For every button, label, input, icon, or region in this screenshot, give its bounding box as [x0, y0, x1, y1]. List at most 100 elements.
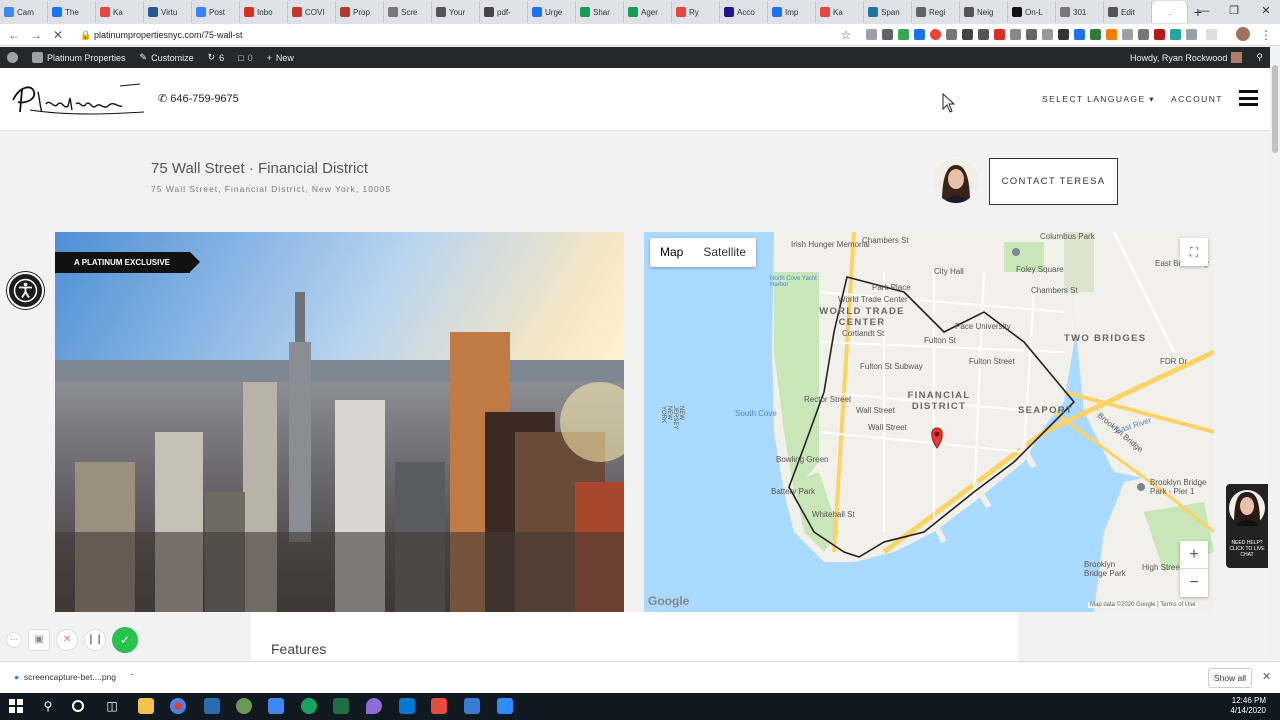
- accessibility-button[interactable]: [7, 272, 44, 309]
- extension-icon[interactable]: [1186, 29, 1197, 40]
- app-icon[interactable]: [268, 698, 284, 714]
- search-icon[interactable]: ⚲: [40, 698, 56, 714]
- browser-tab[interactable]: Imp: [768, 1, 816, 23]
- scrollbar-thumb[interactable]: [1272, 65, 1278, 153]
- extension-icon[interactable]: [946, 29, 957, 40]
- app-icon[interactable]: [236, 698, 252, 714]
- browser-tab[interactable]: Prop: [336, 1, 384, 23]
- address-bar[interactable]: 🔒 platinumpropertiesnyc.com/75-wall-st: [78, 27, 858, 43]
- extension-icon[interactable]: [1010, 29, 1021, 40]
- browser-tab[interactable]: Neig: [960, 1, 1008, 23]
- extension-icon[interactable]: [914, 29, 925, 40]
- browser-tab[interactable]: Acco: [720, 1, 768, 23]
- app-icon[interactable]: [399, 698, 415, 714]
- browser-tab[interactable]: Post: [192, 1, 240, 23]
- stop-icon[interactable]: ✕: [50, 27, 66, 43]
- map-tab-map[interactable]: Map: [650, 238, 693, 267]
- browser-tab[interactable]: Ry: [672, 1, 720, 23]
- browser-tab[interactable]: The: [48, 1, 96, 23]
- back-icon[interactable]: ←: [6, 27, 22, 43]
- language-selector[interactable]: SELECT LANGUAGE ▾: [1042, 94, 1155, 105]
- browser-tab[interactable]: Regi: [912, 1, 960, 23]
- minimize-icon[interactable]: —: [1188, 0, 1220, 24]
- fullscreen-icon[interactable]: ⛶: [1180, 238, 1208, 266]
- wp-updates-link[interactable]: ↻ 6: [201, 47, 232, 68]
- contact-agent-button[interactable]: CONTACT TERESA: [989, 158, 1118, 205]
- zoom-icon[interactable]: [497, 698, 513, 714]
- extension-icon[interactable]: [1206, 29, 1217, 40]
- page-scrollbar[interactable]: [1270, 47, 1280, 661]
- wp-howdy-link[interactable]: Howdy, Ryan Rockwood: [1123, 47, 1249, 68]
- wp-new-link[interactable]: + New: [260, 47, 301, 68]
- extension-icon[interactable]: [1122, 29, 1133, 40]
- map-terms-link[interactable]: Terms of Use: [1160, 602, 1195, 608]
- wp-search-icon[interactable]: ⚲: [1249, 47, 1270, 68]
- task-view-icon[interactable]: ◫: [104, 698, 120, 714]
- cancel-recording-icon[interactable]: ✕: [56, 629, 78, 651]
- browser-tab[interactable]: Urge: [528, 1, 576, 23]
- phone-link[interactable]: ✆ 646-759-9675: [158, 92, 239, 105]
- file-explorer-icon[interactable]: [138, 698, 154, 714]
- extension-icon[interactable]: [994, 29, 1005, 40]
- browser-tab[interactable]: Scre: [384, 1, 432, 23]
- menu-dots-icon[interactable]: ⋮: [1258, 27, 1274, 43]
- system-clock[interactable]: 12:46 PM 4/14/2020: [1230, 696, 1266, 716]
- browser-tab[interactable]: Ka: [96, 1, 144, 23]
- extension-icon[interactable]: [866, 29, 877, 40]
- close-downloads-icon[interactable]: ✕: [1262, 670, 1271, 683]
- profile-avatar[interactable]: [1236, 27, 1250, 41]
- extension-icon[interactable]: [1074, 29, 1085, 40]
- maps-icon[interactable]: [366, 698, 382, 714]
- app-icon[interactable]: [301, 698, 317, 714]
- extension-icon[interactable]: [962, 29, 973, 40]
- cortana-icon[interactable]: [72, 700, 84, 712]
- app-icon[interactable]: [204, 698, 220, 714]
- browser-tab[interactable]: COVI: [288, 1, 336, 23]
- extension-icon[interactable]: [1042, 29, 1053, 40]
- browser-tab[interactable]: Cam: [0, 1, 48, 23]
- listing-photo[interactable]: [55, 232, 624, 612]
- close-window-icon[interactable]: ✕: [1250, 0, 1280, 24]
- extension-icon[interactable]: [1154, 29, 1165, 40]
- zoom-out-icon[interactable]: −: [1180, 569, 1208, 597]
- browser-tab[interactable]: Ager: [624, 1, 672, 23]
- chrome-icon[interactable]: [170, 698, 186, 714]
- windows-start-icon[interactable]: [9, 699, 23, 713]
- browser-tab[interactable]: 301: [1056, 1, 1104, 23]
- browser-tab[interactable]: Shar: [576, 1, 624, 23]
- browser-tab[interactable]: Your: [432, 1, 480, 23]
- extension-icon[interactable]: [1170, 29, 1181, 40]
- live-chat-widget[interactable]: NEED HELP? CLICK TO LIVE CHAT: [1226, 484, 1268, 568]
- extension-icon[interactable]: [1138, 29, 1149, 40]
- forward-icon[interactable]: →: [28, 27, 44, 43]
- platinum-logo[interactable]: [10, 80, 145, 116]
- app-icon[interactable]: [464, 698, 480, 714]
- zoom-in-icon[interactable]: +: [1180, 541, 1208, 569]
- extension-icon[interactable]: [1058, 29, 1069, 40]
- pause-recording-icon[interactable]: ❙❙: [84, 629, 106, 651]
- browser-tab[interactable]: On-L: [1008, 1, 1056, 23]
- browser-tab[interactable]: .: [1152, 1, 1188, 23]
- extension-icon[interactable]: [1106, 29, 1117, 40]
- browser-tab[interactable]: pdf-: [480, 1, 528, 23]
- browser-tab[interactable]: Virtu: [144, 1, 192, 23]
- browser-tab[interactable]: Inbo: [240, 1, 288, 23]
- bookmark-star-icon[interactable]: ☆: [838, 27, 854, 43]
- excel-icon[interactable]: [333, 698, 349, 714]
- browser-tab[interactable]: Ka: [816, 1, 864, 23]
- more-options-icon[interactable]: ⋯: [6, 632, 22, 648]
- map-tab-satellite[interactable]: Satellite: [693, 238, 756, 267]
- extension-icon[interactable]: [882, 29, 893, 40]
- hamburger-menu-icon[interactable]: [1239, 90, 1258, 106]
- show-all-button[interactable]: Show all: [1208, 668, 1252, 688]
- extension-icon[interactable]: [978, 29, 989, 40]
- wp-customize-link[interactable]: ✎ Customize: [133, 47, 201, 68]
- chevron-up-icon[interactable]: ˆ: [130, 672, 133, 682]
- extension-icon[interactable]: [930, 29, 941, 40]
- extension-icon[interactable]: [898, 29, 909, 40]
- wordpress-logo[interactable]: [0, 47, 25, 68]
- maximize-icon[interactable]: ❐: [1218, 0, 1250, 24]
- app-icon[interactable]: [431, 698, 447, 714]
- browser-tab[interactable]: Span: [864, 1, 912, 23]
- account-link[interactable]: ACCOUNT: [1171, 94, 1223, 104]
